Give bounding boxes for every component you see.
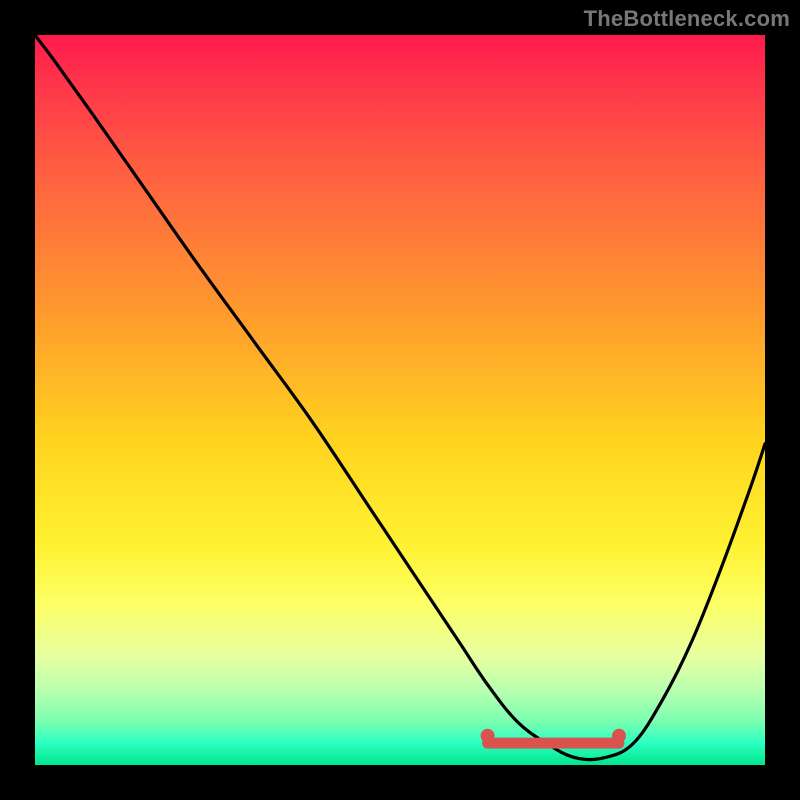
bottleneck-curve xyxy=(35,35,765,760)
marker-end-icon xyxy=(612,729,626,743)
marker-start-icon xyxy=(481,729,495,743)
watermark-text: TheBottleneck.com xyxy=(584,6,790,32)
plot-area xyxy=(35,35,765,765)
chart-frame: TheBottleneck.com xyxy=(0,0,800,800)
chart-svg xyxy=(35,35,765,765)
